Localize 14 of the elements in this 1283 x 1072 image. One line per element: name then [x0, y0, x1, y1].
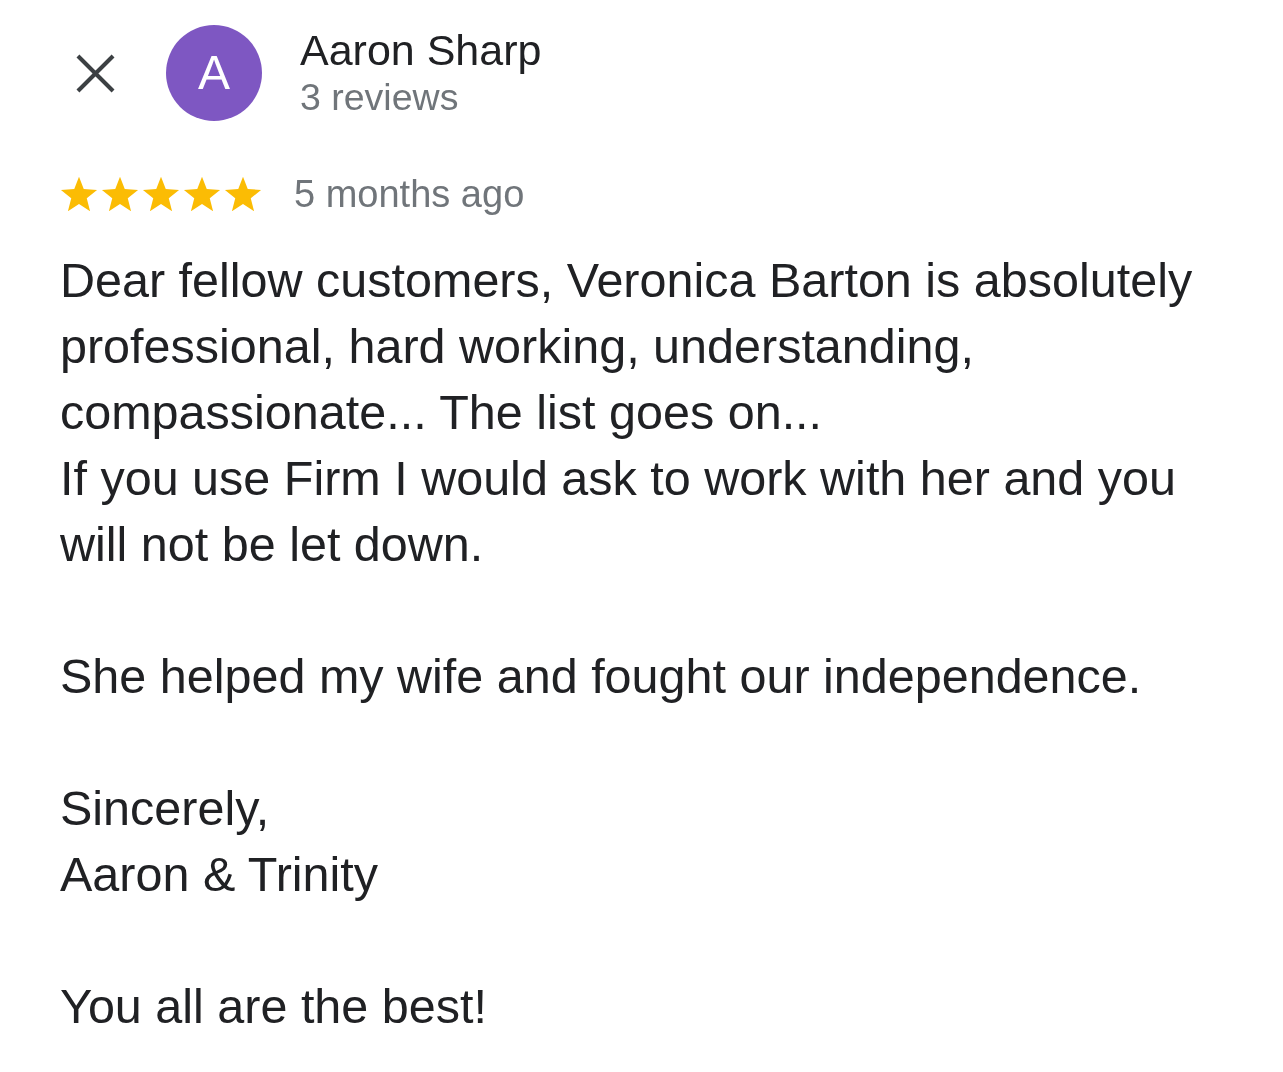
review-paragraph: You all are the best!: [60, 978, 488, 1035]
star-filled-icon: [60, 175, 98, 213]
review-paragraph: She helped my wife and fought our independence.: [60, 648, 1143, 705]
review-count: 3 reviews: [300, 75, 460, 120]
reviewer-name: Aaron Sharp: [300, 26, 542, 74]
star-filled-icon: [224, 175, 262, 213]
star-filled-icon: [183, 175, 221, 213]
review-time: 5 months ago: [294, 172, 525, 216]
star-filled-icon: [101, 175, 139, 213]
close-icon: [75, 53, 115, 93]
avatar: A: [166, 25, 262, 121]
review-paragraph: Sincerely, Aaron & Trinity: [60, 780, 380, 903]
star-filled-icon: [142, 175, 180, 213]
review-paragraph: Dear fellow customers, Veronica Barton is absolutely professional, hard working, understanding, compassionate... The list goes on... If you use Firm I would ask to work with her and you will not be let down.: [60, 252, 1194, 573]
